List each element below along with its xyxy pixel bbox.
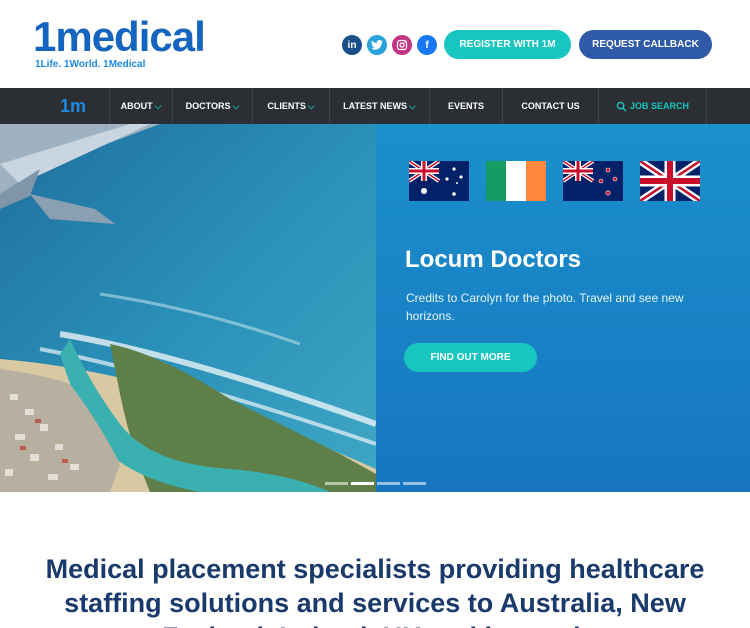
hero-title: Locum Doctors (405, 246, 582, 273)
hero-coastline-photo (0, 124, 376, 492)
hero-description: Credits to Carolyn for the photo. Travel… (406, 291, 684, 323)
chevron-down-icon: ⌵ (307, 100, 315, 111)
request-callback-button[interactable]: REQUEST CALLBACK (579, 30, 712, 59)
social-links: in f (342, 35, 437, 55)
nav-item-label: LATEST NEWS (343, 101, 407, 111)
register-button[interactable]: REGISTER WITH 1M (444, 30, 571, 59)
nav-home-logo[interactable]: 1m (60, 96, 86, 117)
logo-tagline: 1Life. 1World. 1Medical (35, 59, 146, 70)
chevron-down-icon: ⌵ (409, 100, 416, 111)
uk-flag (640, 161, 700, 201)
nav-item-label: CONTACT US (521, 101, 580, 111)
facebook-icon[interactable]: f (417, 35, 437, 55)
hero-slider: Locum Doctors Credits to Carolyn for the… (0, 124, 750, 492)
nav-item-label: DOCTORS (185, 101, 231, 111)
ireland-flag (486, 161, 546, 201)
linkedin-icon[interactable]: in (342, 35, 362, 55)
hero-content-panel: Locum Doctors Credits to Carolyn for the… (376, 124, 750, 492)
nav-item-events[interactable]: EVENTS (429, 88, 502, 124)
nav-item-about[interactable]: ABOUT ⌵ (109, 88, 172, 124)
nav-item-label: JOB SEARCH (629, 101, 689, 111)
slider-dot[interactable] (325, 482, 348, 485)
nav-item-latest-news[interactable]: LATEST NEWS ⌵ (329, 88, 429, 124)
nav-item-label: CLIENTS (267, 101, 306, 111)
chevron-down-icon: ⌵ (232, 100, 240, 111)
slider-dot-active[interactable] (351, 482, 374, 485)
slider-pagination (325, 482, 426, 485)
find-out-more-button[interactable]: FIND OUT MORE (404, 343, 537, 372)
nav-item-clients[interactable]: CLIENTS ⌵ (252, 88, 329, 124)
australia-flag (409, 161, 469, 201)
nav-item-contact-us[interactable]: CONTACT US (502, 88, 598, 124)
nav-item-doctors[interactable]: DOCTORS ⌵ (172, 88, 252, 124)
site-logo[interactable]: 1medical 1Life. 1World. 1Medical (33, 13, 206, 71)
main-nav: 1m ABOUT ⌵ DOCTORS ⌵ CLIENTS ⌵ LATEST NEWS ⌵… (0, 88, 750, 124)
nav-item-label: ABOUT (120, 101, 153, 111)
new-zealand-flag (563, 161, 623, 201)
search-icon (616, 101, 627, 112)
chevron-down-icon: ⌵ (154, 100, 162, 111)
nav-item-label: EVENTS (447, 101, 484, 111)
intro-heading: Medical placement specialists providing … (45, 554, 705, 628)
slider-dot[interactable] (403, 482, 426, 485)
nav-item-job-search[interactable]: JOB SEARCH (598, 88, 707, 124)
instagram-icon[interactable] (392, 35, 412, 55)
logo-wordmark: 1medical (33, 13, 206, 60)
site-header: 1medical 1Life. 1World. 1Medical in f RE… (0, 0, 750, 88)
slider-dot[interactable] (377, 482, 400, 485)
twitter-icon[interactable] (367, 35, 387, 55)
